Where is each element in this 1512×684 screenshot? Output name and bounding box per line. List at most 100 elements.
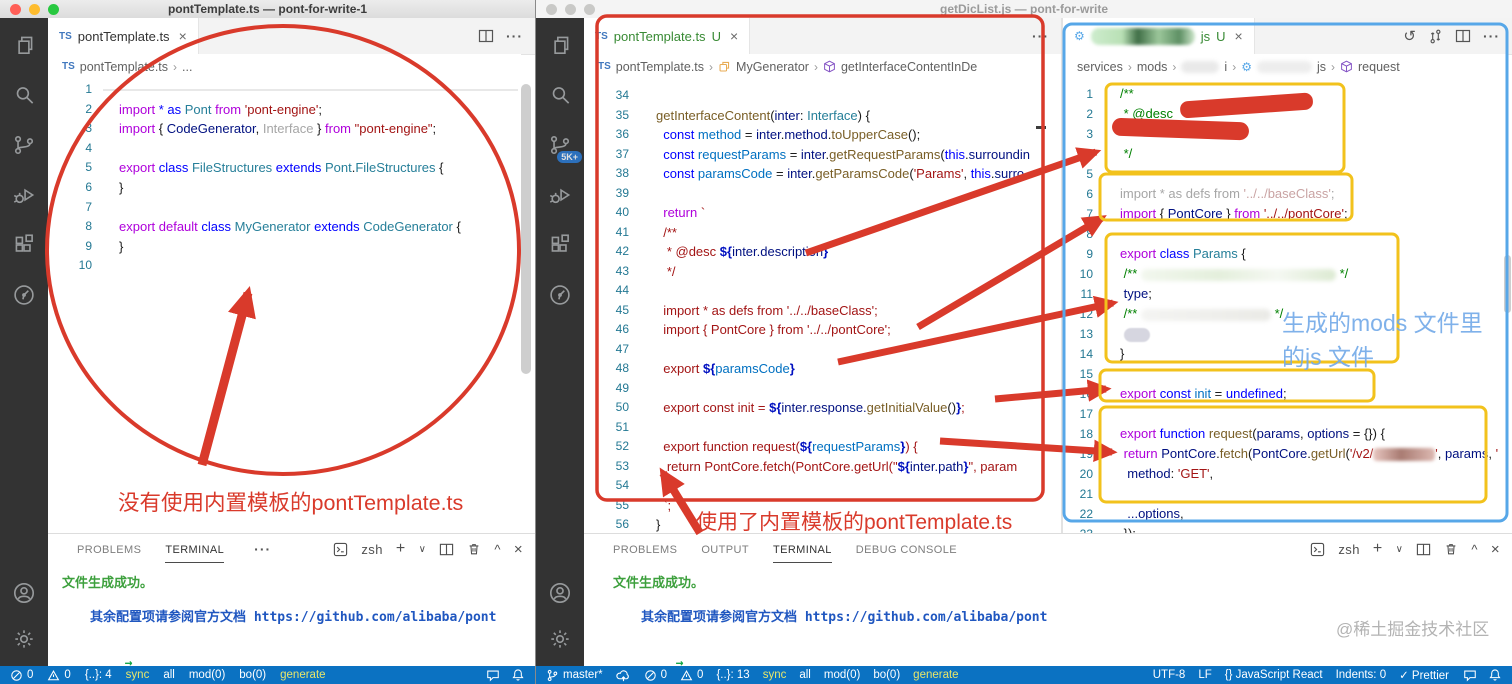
- breadcrumb-folder[interactable]: mods: [1137, 60, 1168, 74]
- split-editor-icon[interactable]: [478, 28, 494, 44]
- more-actions-icon[interactable]: ···: [506, 28, 523, 44]
- breadcrumb-folder-suffix[interactable]: i: [1224, 60, 1227, 74]
- more-actions-icon[interactable]: ···: [1032, 28, 1049, 44]
- notifications-bell-icon[interactable]: [511, 668, 525, 682]
- code-editor[interactable]: 1 2 import * as Pont from 'pont-engine'; 3 i…: [48, 80, 518, 530]
- status-item[interactable]: mod(0): [189, 669, 225, 681]
- code-editor[interactable]: 1 /** 2 * @desc 3 4 */ 5 6 import * as defs fro…: [1063, 84, 1506, 533]
- status-item[interactable]: generate: [913, 669, 958, 681]
- explorer-icon[interactable]: [11, 32, 37, 58]
- feedback-icon[interactable]: [1463, 668, 1477, 682]
- status-item-error[interactable]: 0: [644, 669, 667, 682]
- tab-pontTemplate[interactable]: TS pontTemplate.ts ×: [48, 18, 199, 54]
- status-item-branch[interactable]: master*: [546, 669, 603, 682]
- panel-tab-problems[interactable]: PROBLEMS: [77, 536, 141, 563]
- settings-gear-icon[interactable]: [11, 626, 37, 652]
- breadcrumb-symbol[interactable]: request: [1358, 60, 1400, 74]
- maximize-panel-icon[interactable]: ^: [1471, 542, 1478, 557]
- zoom-window-icon[interactable]: [584, 4, 595, 15]
- search-icon[interactable]: [11, 82, 37, 108]
- terminal-dropdown-icon[interactable]: ∨: [419, 544, 427, 555]
- breadcrumbs[interactable]: services › mods › i › ⚙ js › request: [1063, 54, 1506, 79]
- status-item[interactable]: sync: [126, 669, 150, 681]
- terminal-dropdown-icon[interactable]: ∨: [1396, 544, 1404, 555]
- more-actions-icon[interactable]: ···: [1483, 28, 1500, 44]
- close-panel-icon[interactable]: ×: [514, 541, 523, 558]
- status-item[interactable]: generate: [280, 669, 325, 681]
- status-item[interactable]: {..}: 13: [716, 669, 749, 681]
- breadcrumb-folder[interactable]: services: [1077, 60, 1123, 74]
- panel-tab-output[interactable]: OUTPUT: [701, 536, 749, 563]
- scrollbar[interactable]: [1504, 255, 1511, 313]
- run-debug-icon[interactable]: [547, 182, 573, 208]
- panel-more-icon[interactable]: ···: [254, 541, 271, 557]
- status-item[interactable]: {..}: 4: [85, 669, 112, 681]
- breadcrumbs[interactable]: TS pontTemplate.ts › ...: [48, 54, 521, 79]
- traffic-lights[interactable]: [10, 4, 59, 15]
- status-item[interactable]: bo(0): [873, 669, 900, 681]
- feedback-icon[interactable]: [486, 668, 500, 682]
- status-item-warning[interactable]: 0: [680, 669, 703, 682]
- zoom-window-icon[interactable]: [48, 4, 59, 15]
- split-terminal-icon[interactable]: [1416, 542, 1431, 557]
- status-item[interactable]: sync: [763, 669, 787, 681]
- status-item[interactable]: all: [799, 669, 811, 681]
- titlebar[interactable]: getDicList.js — pont-for-write: [536, 0, 1512, 19]
- minimize-window-icon[interactable]: [29, 4, 40, 15]
- accounts-icon[interactable]: [11, 580, 37, 606]
- close-panel-icon[interactable]: ×: [1491, 541, 1500, 558]
- status-item[interactable]: {} JavaScript React: [1225, 669, 1323, 681]
- new-terminal-icon[interactable]: +: [396, 540, 406, 558]
- breadcrumb-class[interactable]: MyGenerator: [736, 60, 809, 74]
- status-item[interactable]: all: [163, 669, 175, 681]
- notifications-bell-icon[interactable]: [1488, 668, 1502, 682]
- status-item[interactable]: UTF-8: [1153, 669, 1186, 681]
- breadcrumb-file[interactable]: pontTemplate.ts: [616, 60, 704, 74]
- close-tab-icon[interactable]: ×: [1235, 28, 1243, 44]
- breadcrumb-method[interactable]: getInterfaceContentInDe: [841, 60, 977, 74]
- split-terminal-icon[interactable]: [439, 542, 454, 557]
- shell-label[interactable]: zsh: [361, 542, 382, 557]
- settings-gear-icon[interactable]: [547, 626, 573, 652]
- status-item[interactable]: bo(0): [239, 669, 266, 681]
- titlebar[interactable]: pontTemplate.ts — pont-for-write-1: [0, 0, 535, 19]
- tab-pontTemplate[interactable]: TS pontTemplate.ts U ×: [584, 18, 751, 54]
- run-debug-icon[interactable]: [11, 182, 37, 208]
- accounts-icon[interactable]: [547, 580, 573, 606]
- maximize-panel-icon[interactable]: ^: [494, 542, 501, 557]
- panel-tab-terminal[interactable]: TERMINAL: [772, 536, 832, 563]
- shell-label[interactable]: zsh: [1338, 542, 1359, 557]
- extensions-icon[interactable]: [547, 232, 573, 258]
- breadcrumb-file[interactable]: pontTemplate.ts: [80, 60, 168, 74]
- timeline-history-icon[interactable]: ↺: [1403, 27, 1416, 45]
- pont-extension-icon[interactable]: [547, 282, 573, 308]
- compare-changes-icon[interactable]: [1428, 29, 1443, 44]
- source-control-icon[interactable]: 5K+: [547, 132, 582, 163]
- close-tab-icon[interactable]: ×: [730, 28, 738, 44]
- explorer-icon[interactable]: [547, 32, 573, 58]
- close-tab-icon[interactable]: ×: [179, 28, 187, 44]
- split-editor-icon[interactable]: [1455, 28, 1471, 44]
- new-terminal-icon[interactable]: +: [1373, 540, 1383, 558]
- panel-tab-debug-console[interactable]: DEBUG CONSOLE: [856, 536, 957, 563]
- status-item-warning[interactable]: 0: [47, 669, 71, 682]
- status-item[interactable]: LF: [1198, 669, 1211, 681]
- breadcrumb-file-suffix[interactable]: js: [1317, 60, 1326, 74]
- status-item-error[interactable]: 0: [10, 669, 33, 682]
- kill-terminal-icon[interactable]: [467, 542, 481, 556]
- status-item[interactable]: Indents: 0: [1336, 669, 1387, 681]
- traffic-lights[interactable]: [546, 4, 595, 15]
- minimize-window-icon[interactable]: [565, 4, 576, 15]
- panel-tab-terminal[interactable]: TERMINAL: [165, 536, 225, 563]
- scrollbar[interactable]: [521, 84, 531, 374]
- close-window-icon[interactable]: [546, 4, 557, 15]
- status-item-cloud[interactable]: [615, 669, 631, 682]
- panel-tab-problems[interactable]: PROBLEMS: [613, 536, 677, 563]
- tab-generated-js[interactable]: ⚙ js U ×: [1063, 18, 1255, 54]
- pont-extension-icon[interactable]: [11, 282, 37, 308]
- kill-terminal-icon[interactable]: [1444, 542, 1458, 556]
- breadcrumbs[interactable]: TS pontTemplate.ts › MyGenerator › getIn…: [584, 54, 1061, 79]
- source-control-icon[interactable]: [11, 132, 37, 158]
- extensions-icon[interactable]: [11, 232, 37, 258]
- breadcrumb-more[interactable]: ...: [182, 60, 192, 74]
